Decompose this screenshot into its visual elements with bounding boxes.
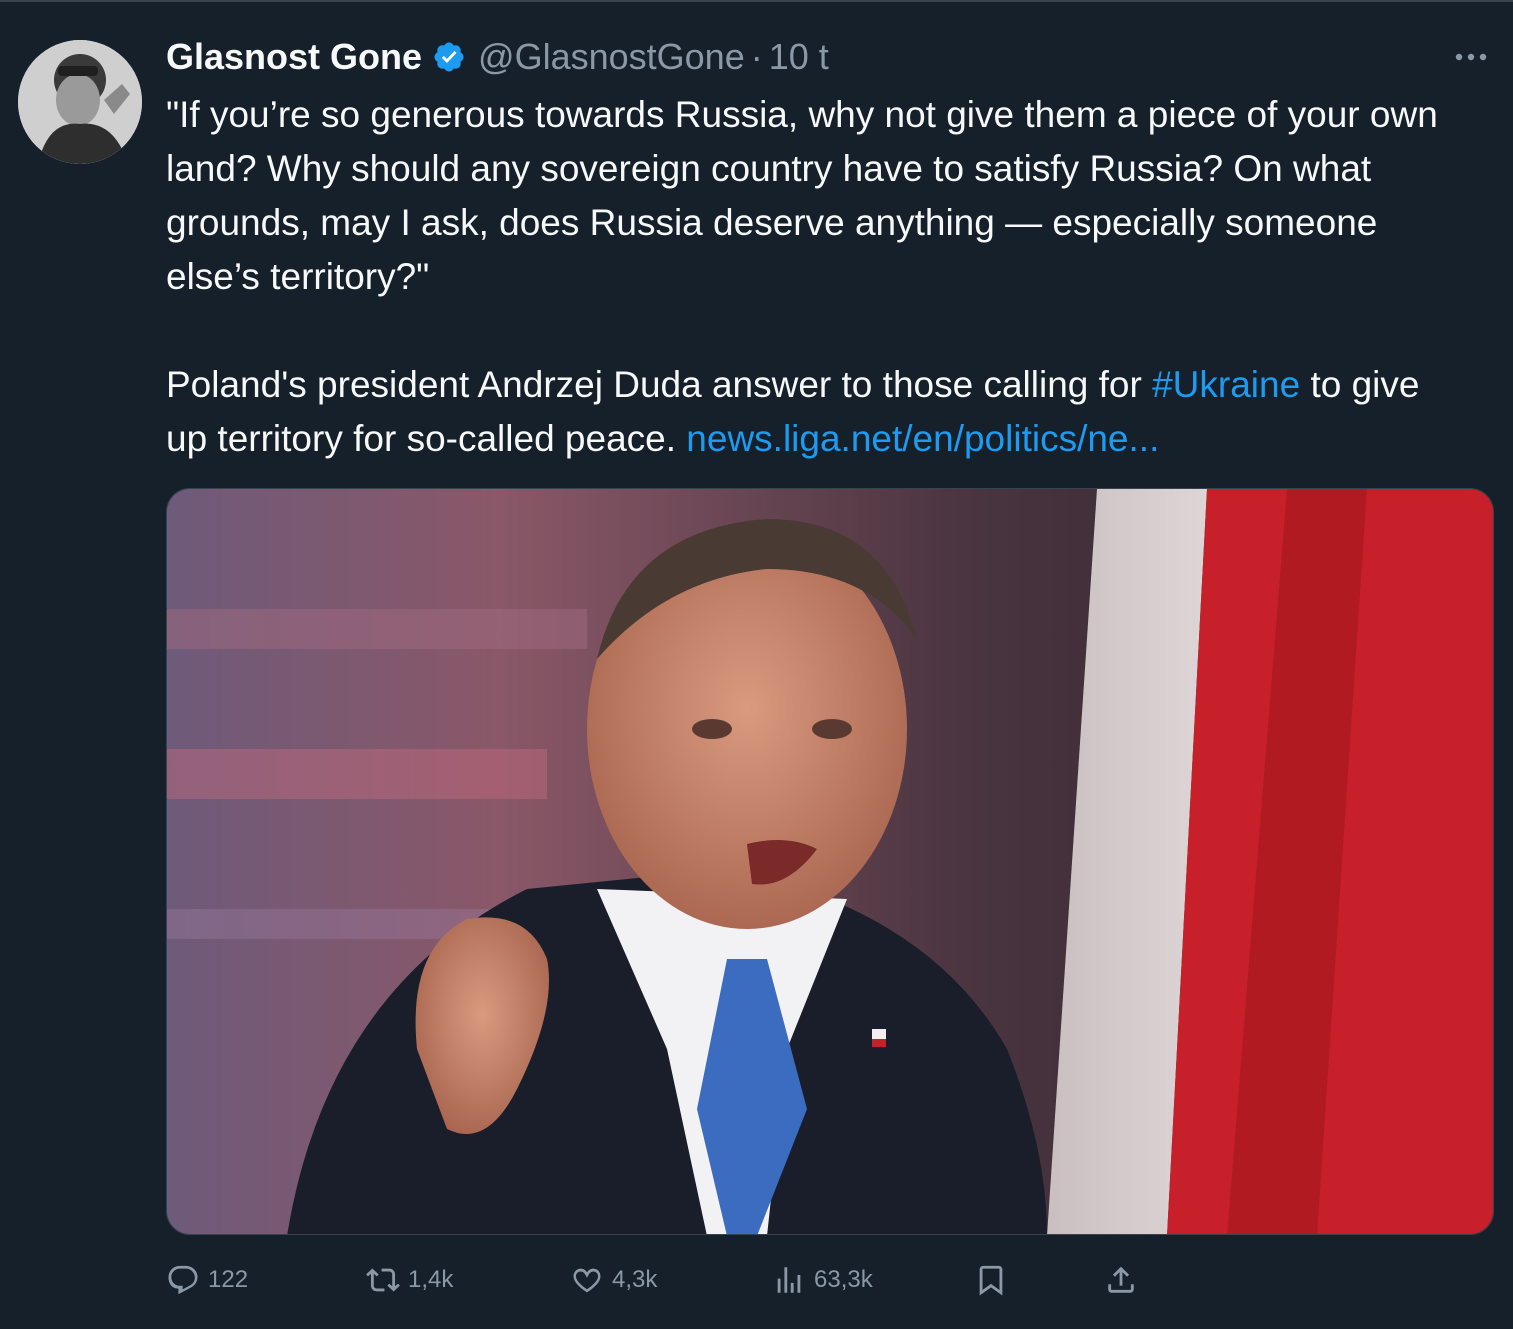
avatar-image [18,40,142,164]
tweet-actions: 122 1,4k 4,3k 63,3k [166,1258,1166,1302]
tweet-timestamp[interactable]: 10 t [769,36,829,78]
tweet-text: "If you’re so generous towards Russia, w… [166,88,1466,466]
reply-count: 122 [208,1266,249,1293]
retweet-icon [366,1268,400,1292]
author-name[interactable]: Glasnost Gone [166,36,422,78]
reply-button[interactable]: 122 [166,1258,248,1302]
like-button[interactable]: 4,3k [570,1258,657,1302]
tweet-quote: "If you’re so generous towards Russia, w… [166,94,1438,297]
like-count: 4,3k [612,1266,658,1293]
reply-icon [168,1265,198,1295]
share-button[interactable] [1104,1258,1146,1302]
description-text-start: Poland's president Andrzej Duda answer t… [166,364,1153,405]
top-divider [0,0,1513,2]
author-handle[interactable]: @GlasnostGone [478,36,745,78]
tweet-media-image[interactable] [166,488,1494,1235]
verified-badge-icon [432,40,466,74]
tweet-header: Glasnost Gone @GlasnostGone · 10 t [166,34,829,80]
views-icon [777,1267,801,1293]
article-link[interactable]: news.liga.net/en/politics/ne... [686,418,1159,459]
retweet-button[interactable]: 1,4k [366,1258,453,1302]
avatar[interactable] [18,40,142,164]
heart-icon [573,1268,601,1293]
retweet-count: 1,4k [408,1266,454,1293]
share-icon [1108,1266,1134,1293]
views-button[interactable]: 63,3k [772,1258,873,1302]
media-photo [167,489,1493,1234]
views-count: 63,3k [814,1266,873,1293]
more-icon[interactable] [1448,42,1494,72]
hashtag-link[interactable]: #Ukraine [1152,364,1300,405]
tweet-description: Poland's president Andrzej Duda answer t… [166,358,1466,466]
bookmark-button[interactable] [974,1258,1016,1302]
separator-dot: · [750,36,763,77]
bookmark-icon [979,1265,1003,1296]
